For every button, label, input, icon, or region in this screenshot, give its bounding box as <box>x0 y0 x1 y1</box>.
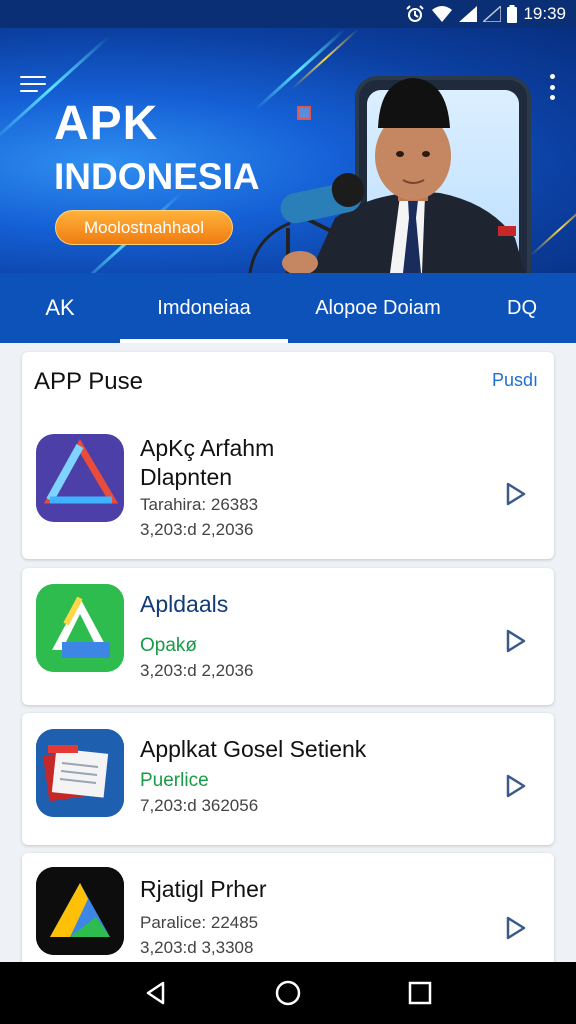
app-card[interactable]: APP Puse Pusdı ApKç Arfahm Dlapnten Tara… <box>22 352 554 559</box>
app-info-line: Tarahira: 26383 <box>140 495 259 514</box>
app-card[interactable]: Apldaals Opakø 3,203:d 2,2036 <box>22 568 554 705</box>
tab-dq[interactable]: DQ <box>468 273 576 343</box>
app-card[interactable]: Rjatigl Prher Paralice: 22485 3,203:d 3,… <box>22 853 554 973</box>
app-icon-green <box>36 584 124 672</box>
app-info: ApKç Arfahm Dlapnten Tarahira: 26383 3,2… <box>140 434 274 542</box>
app-info: Rjatigl Prher Paralice: 22485 3,203:d 3,… <box>140 875 267 960</box>
app-info-line: Opakø <box>140 635 198 656</box>
app-info-line: Paralice: 22485 <box>140 913 259 932</box>
more-options-icon[interactable] <box>548 74 556 100</box>
back-icon[interactable] <box>140 977 172 1009</box>
app-name-line2: Dlapnten <box>140 464 233 490</box>
app-info: Apldaals Opakø 3,203:d 2,2036 <box>140 590 253 683</box>
alarm-icon <box>405 5 425 23</box>
tab-indonesia[interactable]: Imdoneiaa <box>120 273 288 343</box>
home-icon[interactable] <box>272 977 304 1009</box>
battery-icon <box>507 5 518 23</box>
app-info-line: 7,203:d 362056 <box>140 796 259 815</box>
app-name: Apldaals <box>140 591 229 617</box>
signal-icon <box>459 6 478 22</box>
hero-title-line2: INDONESIA <box>54 156 260 197</box>
tab-bar: AK Imdoneiaa Alopoe Doiam DQ <box>0 273 576 343</box>
tab-dq-label: DQ <box>507 296 537 319</box>
play-icon[interactable] <box>502 915 528 941</box>
presenter-illustration <box>248 78 525 273</box>
app-info-line: 3,203:d 2,2036 <box>140 520 254 539</box>
signal-secondary-icon <box>483 6 502 22</box>
play-icon[interactable] <box>502 481 528 507</box>
hero-title: APK INDONESIA <box>54 97 260 197</box>
app-card[interactable]: Applkat Gosel Setienk Puerlice 7,203:d 3… <box>22 713 554 845</box>
wifi-icon <box>431 6 453 22</box>
clock: 19:39 <box>523 4 566 23</box>
section-title: APP Puse <box>34 368 143 395</box>
app-info-line: 3,203:d 3,3308 <box>140 938 254 957</box>
hero-title-line1: APK <box>54 97 159 150</box>
hero-banner: APK INDONESIA Moolostnahhaol <box>0 28 576 273</box>
menu-icon[interactable] <box>20 76 46 100</box>
app-icon-triangle <box>36 867 124 955</box>
hero-cta-button[interactable]: Moolostnahhaol <box>55 210 233 245</box>
app-info-line: Puerlice <box>140 770 209 791</box>
navigation-bar <box>0 962 576 1024</box>
section-link[interactable]: Pusdı <box>492 370 538 391</box>
app-info-line: 3,203:d 2,2036 <box>140 661 254 680</box>
app-info: Applkat Gosel Setienk Puerlice 7,203:d 3… <box>140 735 366 818</box>
app-name: Applkat Gosel Setienk <box>140 736 367 762</box>
recents-icon[interactable] <box>404 977 436 1009</box>
tab-ak[interactable]: AK <box>0 273 120 343</box>
app-name: Rjatigl Prher <box>140 876 267 902</box>
tab-alopoe-doiam[interactable]: Alopoe Doiam <box>288 273 468 343</box>
play-icon[interactable] <box>502 628 528 654</box>
status-bar: 19:39 <box>0 0 576 28</box>
app-icon-documents <box>36 729 124 817</box>
app-icon-prism <box>36 434 124 522</box>
play-icon[interactable] <box>502 773 528 799</box>
app-name: ApKç Arfahm <box>140 435 275 461</box>
